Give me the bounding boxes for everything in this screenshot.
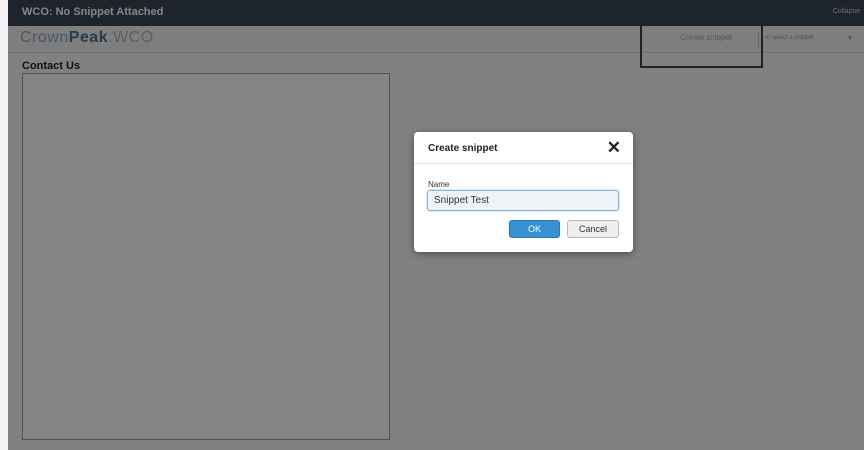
create-snippet-dialog: Create snippet ✕ Name OK Cancel bbox=[414, 132, 633, 252]
snippet-name-input[interactable] bbox=[427, 190, 619, 211]
close-icon[interactable]: ✕ bbox=[607, 138, 621, 158]
name-label: Name bbox=[428, 180, 450, 189]
ok-button[interactable]: OK bbox=[509, 220, 560, 238]
dialog-title: Create snippet bbox=[428, 143, 498, 154]
highlight-annotation-box bbox=[640, 22, 763, 68]
cancel-button[interactable]: Cancel bbox=[567, 220, 619, 238]
dialog-divider bbox=[414, 163, 633, 164]
